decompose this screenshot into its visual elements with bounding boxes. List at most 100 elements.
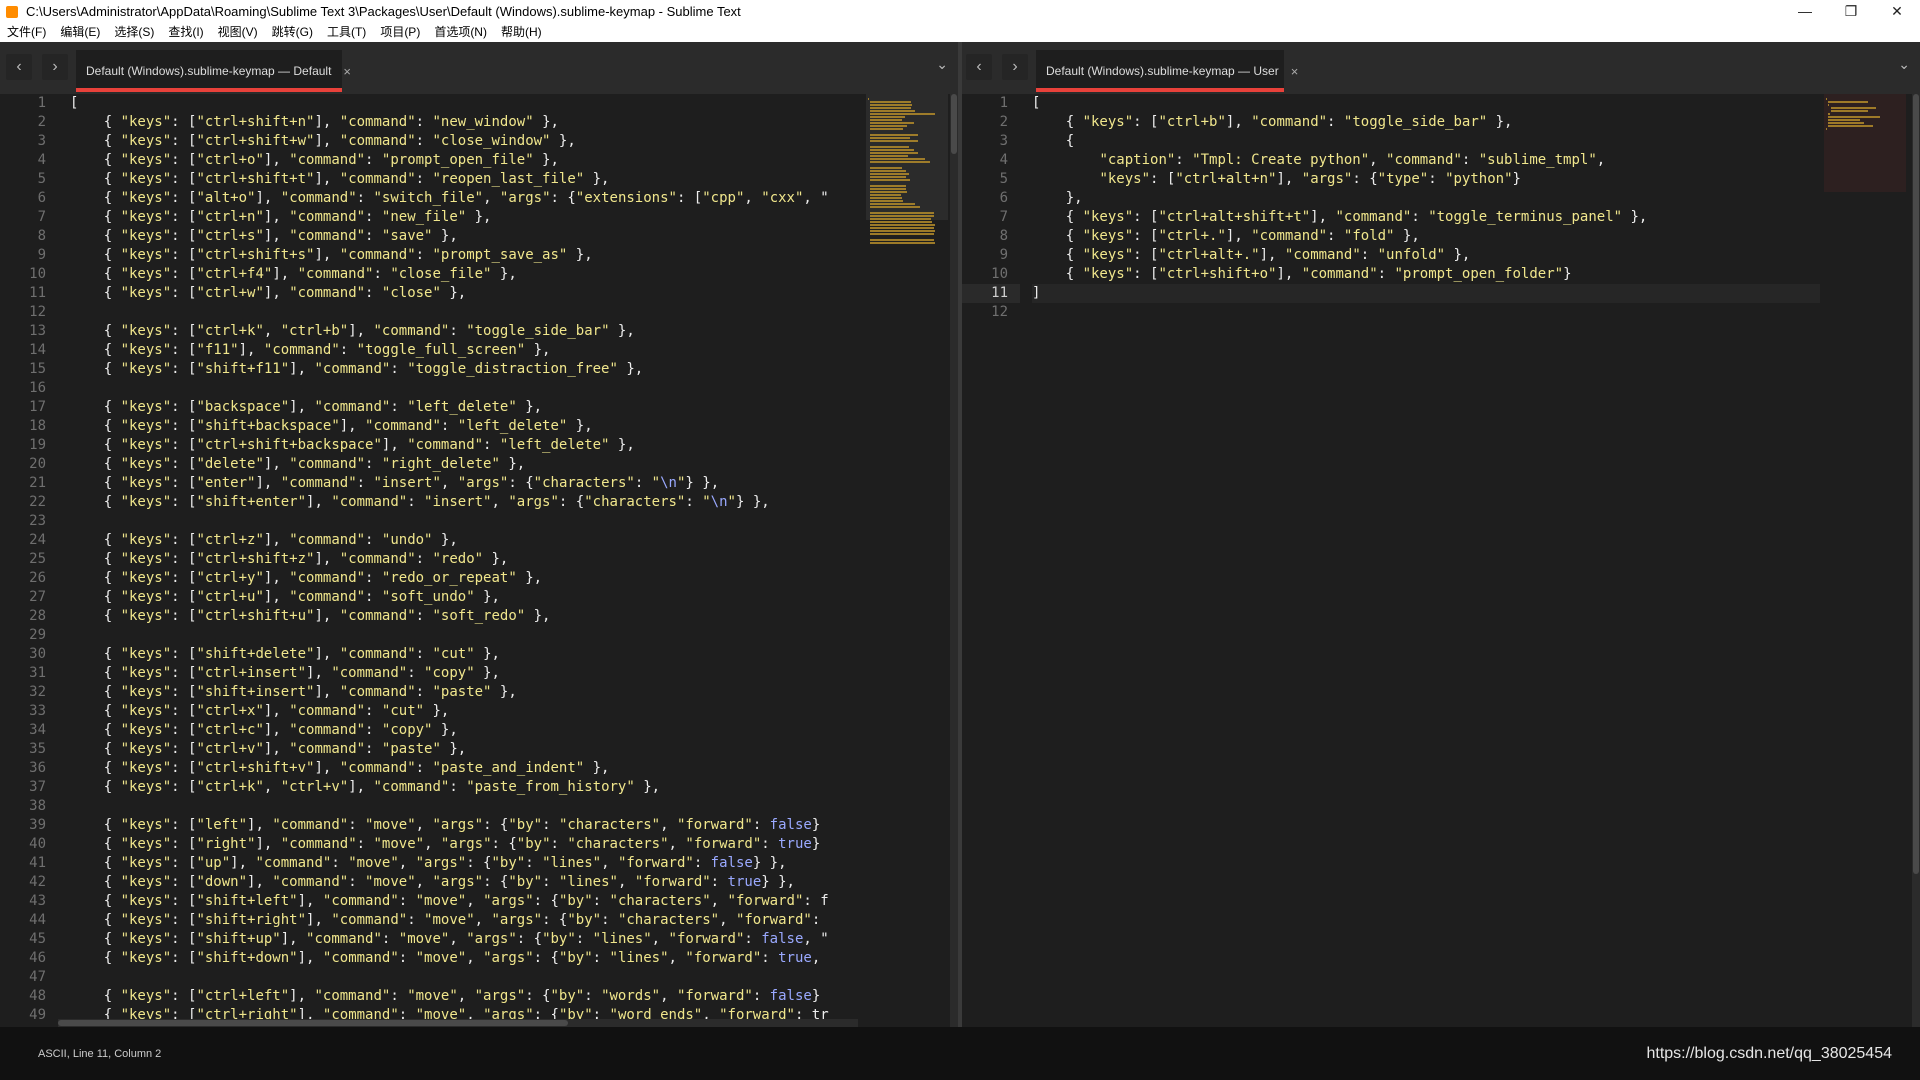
close-tab-icon[interactable]: × bbox=[343, 64, 351, 79]
code-line[interactable]: { "keys": ["ctrl+shift+u"], "command": "… bbox=[70, 607, 858, 626]
status-cursor-info[interactable]: ASCII, Line 11, Column 2 bbox=[38, 1048, 161, 1060]
code-area[interactable]: [ { "keys": ["ctrl+b"], "command": "togg… bbox=[1032, 94, 1820, 322]
minimap-line bbox=[870, 122, 914, 124]
chevron-down-icon[interactable]: ⌄ bbox=[1898, 56, 1910, 73]
code-line[interactable]: { "keys": ["ctrl+n"], "command": "new_fi… bbox=[70, 208, 858, 227]
code-line[interactable]: { "keys": ["ctrl+s"], "command": "save" … bbox=[70, 227, 858, 246]
code-line[interactable]: { "keys": ["shift+delete"], "command": "… bbox=[70, 645, 858, 664]
code-line[interactable]: "caption": "Tmpl: Create python", "comma… bbox=[1032, 151, 1820, 170]
code-line[interactable]: { "keys": ["ctrl+shift+s"], "command": "… bbox=[70, 246, 858, 265]
scrollbar-thumb[interactable] bbox=[58, 1020, 568, 1026]
code-line[interactable]: { "keys": ["shift+left"], "command": "mo… bbox=[70, 892, 858, 911]
code-line[interactable]: { "keys": ["ctrl+v"], "command": "paste"… bbox=[70, 740, 858, 759]
code-line[interactable]: { "keys": ["shift+up"], "command": "move… bbox=[70, 930, 858, 949]
line-number: 27 bbox=[29, 589, 46, 605]
code-line[interactable]: { "keys": ["ctrl+o"], "command": "prompt… bbox=[70, 151, 858, 170]
forward-chevron-icon[interactable]: › bbox=[1002, 54, 1028, 80]
minimap[interactable] bbox=[1824, 94, 1906, 1027]
code-line[interactable] bbox=[70, 968, 858, 987]
code-line[interactable]: { "keys": ["ctrl+x"], "command": "cut" }… bbox=[70, 702, 858, 721]
code-line[interactable]: { "keys": ["ctrl+u"], "command": "soft_u… bbox=[70, 588, 858, 607]
vertical-scrollbar[interactable] bbox=[1912, 94, 1920, 1027]
code-line[interactable]: { "keys": ["left"], "command": "move", "… bbox=[70, 816, 858, 835]
close-window-button[interactable]: ✕ bbox=[1874, 0, 1920, 23]
code-area[interactable]: [ { "keys": ["ctrl+shift+n"], "command":… bbox=[70, 94, 858, 1025]
code-line[interactable]: { "keys": ["down"], "command": "move", "… bbox=[70, 873, 858, 892]
code-line[interactable] bbox=[70, 626, 858, 645]
code-line[interactable]: { "keys": ["ctrl+c"], "command": "copy" … bbox=[70, 721, 858, 740]
line-number: 13 bbox=[29, 323, 46, 339]
code-line[interactable]: { "keys": ["ctrl+alt+shift+t"], "command… bbox=[1032, 208, 1820, 227]
forward-chevron-icon[interactable]: › bbox=[42, 54, 68, 80]
minimize-button[interactable]: — bbox=[1782, 0, 1828, 23]
vertical-scrollbar[interactable] bbox=[950, 94, 958, 1027]
code-line[interactable]: { "keys": ["ctrl+w"], "command": "close"… bbox=[70, 284, 858, 303]
code-line[interactable]: { "keys": ["ctrl+f4"], "command": "close… bbox=[70, 265, 858, 284]
tab-user-keymap[interactable]: Default (Windows).sublime-keymap — User … bbox=[1036, 50, 1298, 92]
menu-goto[interactable]: 跳转(G) bbox=[265, 23, 320, 42]
code-line[interactable] bbox=[70, 303, 858, 322]
code-line[interactable] bbox=[70, 379, 858, 398]
back-chevron-icon[interactable]: ‹ bbox=[966, 54, 992, 80]
menu-help[interactable]: 帮助(H) bbox=[494, 23, 549, 42]
restore-button[interactable]: ❐ bbox=[1828, 0, 1874, 23]
code-line[interactable] bbox=[1032, 303, 1820, 322]
code-line[interactable]: { "keys": ["shift+insert"], "command": "… bbox=[70, 683, 858, 702]
code-line[interactable]: { "keys": ["ctrl+shift+w"], "command": "… bbox=[70, 132, 858, 151]
tab-default-keymap[interactable]: Default (Windows).sublime-keymap — Defau… bbox=[76, 50, 351, 92]
menu-find[interactable]: 查找(I) bbox=[161, 23, 210, 42]
code-line[interactable]: { "keys": ["shift+backspace"], "command"… bbox=[70, 417, 858, 436]
menu-tools[interactable]: 工具(T) bbox=[320, 23, 373, 42]
code-line[interactable]: }, bbox=[1032, 189, 1820, 208]
code-line[interactable]: { "keys": ["ctrl+k", "ctrl+b"], "command… bbox=[70, 322, 858, 341]
code-line[interactable]: { "keys": ["ctrl+alt+."], "command": "un… bbox=[1032, 246, 1820, 265]
menu-view[interactable]: 视图(V) bbox=[211, 23, 265, 42]
code-line[interactable]: { "keys": ["ctrl+shift+n"], "command": "… bbox=[70, 113, 858, 132]
code-line[interactable]: { "keys": ["ctrl+shift+backspace"], "com… bbox=[70, 436, 858, 455]
code-line[interactable]: { "keys": ["delete"], "command": "right_… bbox=[70, 455, 858, 474]
back-chevron-icon[interactable]: ‹ bbox=[6, 54, 32, 80]
code-line[interactable]: { "keys": ["ctrl+."], "command": "fold" … bbox=[1032, 227, 1820, 246]
code-line[interactable]: { "keys": ["ctrl+shift+o"], "command": "… bbox=[1032, 265, 1820, 284]
code-line[interactable]: { "keys": ["right"], "command": "move", … bbox=[70, 835, 858, 854]
minimap[interactable] bbox=[866, 94, 948, 1027]
code-line[interactable]: [ bbox=[1032, 94, 1820, 113]
code-line[interactable]: { "keys": ["ctrl+left"], "command": "mov… bbox=[70, 987, 858, 1006]
code-line[interactable] bbox=[70, 512, 858, 531]
menu-project[interactable]: 项目(P) bbox=[373, 23, 427, 42]
code-line[interactable]: { "keys": ["ctrl+shift+v"], "command": "… bbox=[70, 759, 858, 778]
code-line[interactable]: { "keys": ["ctrl+b"], "command": "toggle… bbox=[1032, 113, 1820, 132]
code-line[interactable] bbox=[70, 797, 858, 816]
scrollbar-thumb[interactable] bbox=[1913, 94, 1919, 874]
code-line[interactable]: ] bbox=[1032, 284, 1820, 303]
code-line[interactable]: { "keys": ["shift+enter"], "command": "i… bbox=[70, 493, 858, 512]
code-line[interactable]: { "keys": ["alt+o"], "command": "switch_… bbox=[70, 189, 858, 208]
code-line[interactable]: { "keys": ["ctrl+shift+t"], "command": "… bbox=[70, 170, 858, 189]
code-line[interactable]: { "keys": ["f11"], "command": "toggle_fu… bbox=[70, 341, 858, 360]
code-line[interactable]: { "keys": ["shift+f11"], "command": "tog… bbox=[70, 360, 858, 379]
chevron-down-icon[interactable]: ⌄ bbox=[936, 56, 948, 73]
code-line[interactable]: { "keys": ["ctrl+y"], "command": "redo_o… bbox=[70, 569, 858, 588]
menu-preferences[interactable]: 首选项(N) bbox=[427, 23, 494, 42]
code-line[interactable]: { "keys": ["backspace"], "command": "lef… bbox=[70, 398, 858, 417]
menu-file[interactable]: 文件(F) bbox=[0, 23, 53, 42]
code-line[interactable]: { "keys": ["up"], "command": "move", "ar… bbox=[70, 854, 858, 873]
code-line[interactable]: { "keys": ["ctrl+insert"], "command": "c… bbox=[70, 664, 858, 683]
menu-edit[interactable]: 编辑(E) bbox=[53, 23, 107, 42]
horizontal-scrollbar[interactable] bbox=[58, 1019, 858, 1027]
menu-selection[interactable]: 选择(S) bbox=[107, 23, 161, 42]
code-line[interactable]: { "keys": ["ctrl+k", "ctrl+v"], "command… bbox=[70, 778, 858, 797]
right-editor-pane[interactable]: 1 2 3 4 5 6 7 8 9 10 11 12 [ { "keys": ["ctrl+b"], … bbox=[962, 94, 1920, 1027]
code-line[interactable]: { "keys": ["ctrl+z"], "command": "undo" … bbox=[70, 531, 858, 550]
code-line[interactable]: { "keys": ["shift+right"], "command": "m… bbox=[70, 911, 858, 930]
code-line[interactable]: { bbox=[1032, 132, 1820, 151]
scrollbar-thumb[interactable] bbox=[951, 94, 957, 154]
code-line[interactable]: { "keys": ["shift+down"], "command": "mo… bbox=[70, 949, 858, 968]
left-editor-pane[interactable]: 1 2 3 4 5 6 7 8 9 10 11 12 13 14 15 16 17 18 19 20 21 22 23 24 2… bbox=[0, 94, 958, 1027]
code-line[interactable]: [ bbox=[70, 94, 858, 113]
code-line[interactable]: "keys": ["ctrl+alt+n"], "args": {"type":… bbox=[1032, 170, 1820, 189]
code-line[interactable]: { "keys": ["ctrl+shift+z"], "command": "… bbox=[70, 550, 858, 569]
close-tab-icon[interactable]: × bbox=[1291, 64, 1299, 79]
minimap-line bbox=[870, 200, 903, 202]
code-line[interactable]: { "keys": ["enter"], "command": "insert"… bbox=[70, 474, 858, 493]
